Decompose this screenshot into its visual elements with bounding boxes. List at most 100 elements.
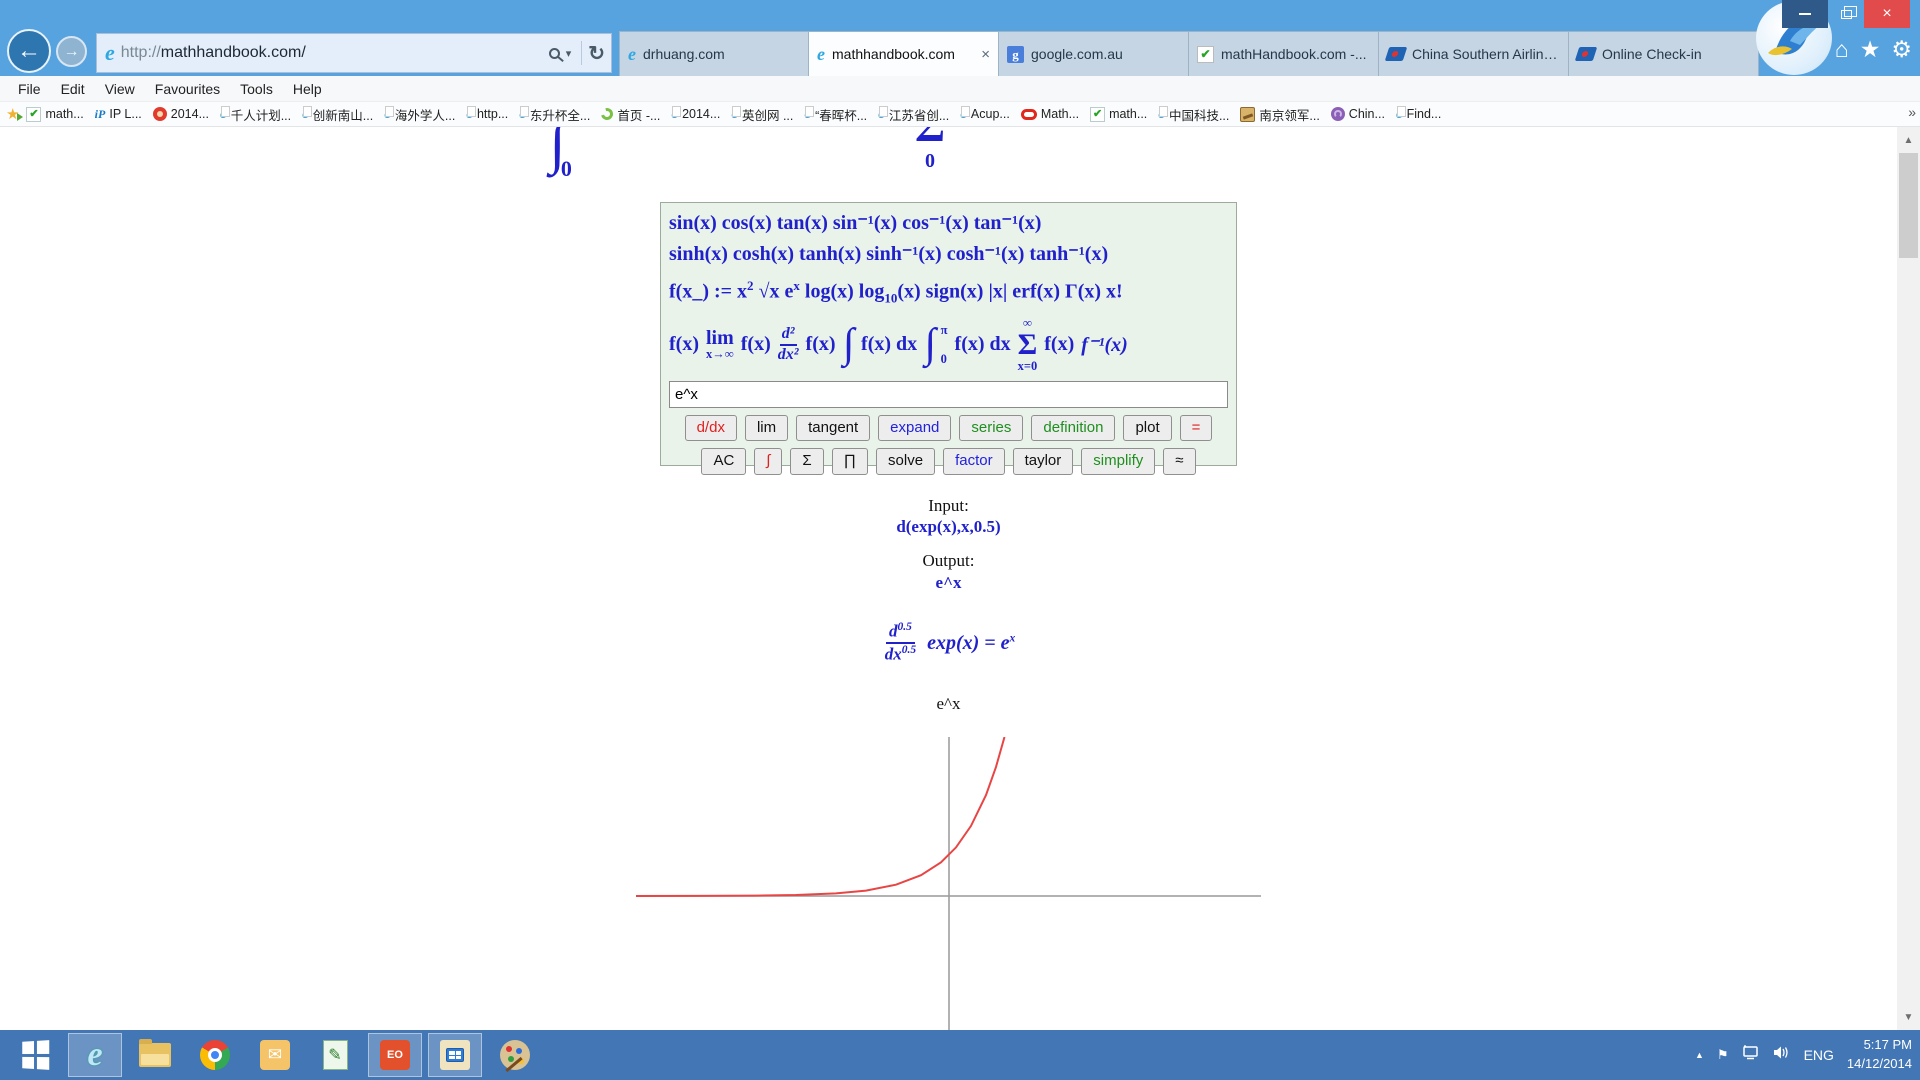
output-label: Output:: [0, 551, 1897, 571]
paint-icon: [500, 1040, 530, 1070]
taskbar-chrome-button[interactable]: [188, 1033, 242, 1077]
volume-icon[interactable]: [1773, 1045, 1791, 1065]
integrate-button[interactable]: ∫: [754, 448, 782, 475]
menu-help[interactable]: Help: [283, 81, 332, 97]
favorite-item[interactable]: e2014...: [667, 106, 724, 123]
favorites-overflow-icon[interactable]: »: [1908, 104, 1916, 120]
solve-button[interactable]: solve: [876, 448, 935, 475]
series-button[interactable]: series: [959, 415, 1023, 442]
scrollbar-thumb[interactable]: [1899, 153, 1918, 258]
tab-drhuang[interactable]: e drhuang.com: [619, 31, 809, 76]
purple-site-icon: [1331, 107, 1345, 121]
language-indicator[interactable]: ENG: [1804, 1047, 1834, 1063]
taskbar-office-button[interactable]: EO: [368, 1033, 422, 1077]
favorite-item[interactable]: 首页 -...: [597, 105, 664, 124]
favorite-item[interactable]: e英创网 ...: [727, 105, 797, 124]
close-tab-icon[interactable]: ×: [981, 46, 990, 63]
action-center-flag-icon[interactable]: ⚑: [1717, 1047, 1729, 1063]
tangent-button[interactable]: tangent: [796, 415, 870, 442]
menu-view[interactable]: View: [95, 81, 145, 97]
favorite-item[interactable]: eFind...: [1392, 106, 1445, 123]
calculus-operators-row[interactable]: f(x) limx→∞ f(x) d²dx² f(x) ∫ f(x) dx ∫ …: [669, 314, 1228, 376]
home-icon[interactable]: ⌂: [1835, 38, 1849, 61]
factor-button[interactable]: factor: [943, 448, 1005, 475]
favorite-item[interactable]: ✔math...: [1086, 107, 1151, 122]
fractional-derivative: d0.5 dx0.5: [882, 621, 919, 665]
system-tray: ▲ ⚑ ENG 5:17 PM 14/12/2014: [1695, 1030, 1912, 1080]
simplify-button[interactable]: simplify: [1081, 448, 1155, 475]
search-dropdown-icon[interactable]: ▾: [566, 47, 572, 60]
ie-page-icon: e: [220, 106, 227, 123]
favorite-item[interactable]: e“春晖杯...: [800, 105, 871, 124]
tab-mathhandbook[interactable]: e mathhandbook.com ×: [809, 31, 999, 76]
url-text[interactable]: http://mathhandbook.com/: [121, 44, 549, 62]
favorite-item[interactable]: e创新南山...: [298, 105, 377, 124]
approx-button[interactable]: ≈: [1163, 448, 1195, 475]
sum-button[interactable]: Σ: [790, 448, 823, 475]
taskbar-outlook-button[interactable]: ✉: [248, 1033, 302, 1077]
tab-mathhandbook-2[interactable]: ✔ mathHandbook.com -...: [1189, 31, 1379, 76]
clock[interactable]: 5:17 PM 14/12/2014: [1847, 1036, 1912, 1074]
taskbar-remote-desktop-button[interactable]: [428, 1033, 482, 1077]
favorite-item[interactable]: e江苏省创...: [874, 105, 953, 124]
elementary-functions-row[interactable]: f(x_) := x2 √x ex log(x) log10(x) sign(x…: [669, 270, 1228, 314]
scrollbar[interactable]: ▲ ▼: [1897, 127, 1920, 1030]
taskbar-explorer-button[interactable]: [128, 1033, 182, 1077]
tray-expand-icon[interactable]: ▲: [1695, 1050, 1704, 1060]
tab-google[interactable]: g google.com.au: [999, 31, 1189, 76]
scroll-down-button[interactable]: ▼: [1897, 1006, 1920, 1028]
product-button[interactable]: ∏: [832, 448, 868, 475]
favorite-item[interactable]: eAcup...: [956, 106, 1014, 123]
address-bar[interactable]: e http://mathhandbook.com/ ▾ ↻: [96, 33, 612, 73]
favorite-item[interactable]: 2014...: [149, 107, 213, 121]
tab-label: google.com.au: [1031, 46, 1180, 62]
close-button[interactable]: ×: [1864, 0, 1910, 28]
url-scheme: http://: [121, 44, 161, 61]
cutoff-integral-formula: ∫0: [549, 127, 576, 176]
menu-file[interactable]: File: [8, 81, 51, 97]
menu-favourites[interactable]: Favourites: [145, 81, 230, 97]
trig-functions-row[interactable]: sin(x) cos(x) tan(x) sin⁻¹(x) cos⁻¹(x) t…: [669, 208, 1228, 239]
tab-china-southern[interactable]: China Southern Airline...: [1379, 31, 1569, 76]
definition-button[interactable]: definition: [1031, 415, 1115, 442]
favorite-item[interactable]: iPIP L...: [91, 107, 146, 122]
ddx-button[interactable]: d/dx: [685, 415, 737, 442]
taylor-button[interactable]: taylor: [1013, 448, 1074, 475]
add-favorite-icon[interactable]: ★: [6, 105, 19, 123]
tray-time: 5:17 PM: [1847, 1036, 1912, 1055]
restore-button[interactable]: [1828, 0, 1864, 28]
minimize-button[interactable]: [1782, 0, 1828, 28]
ie-page-icon: e: [1158, 106, 1165, 123]
favorite-item[interactable]: Chin...: [1327, 107, 1389, 121]
favorite-item[interactable]: e中国科技...: [1154, 105, 1233, 124]
menu-edit[interactable]: Edit: [51, 81, 95, 97]
refresh-icon[interactable]: ↻: [588, 41, 605, 66]
search-icon[interactable]: [549, 48, 560, 59]
taskbar-editor-button[interactable]: ✎: [308, 1033, 362, 1077]
expression-input[interactable]: [669, 381, 1228, 408]
tab-online-checkin[interactable]: Online Check-in: [1569, 31, 1759, 76]
plot-button[interactable]: plot: [1123, 415, 1171, 442]
taskbar-ie-button[interactable]: e: [68, 1033, 122, 1077]
favorite-item[interactable]: ehttp...: [462, 106, 512, 123]
start-button[interactable]: [8, 1033, 62, 1077]
hyperbolic-functions-row[interactable]: sinh(x) cosh(x) tanh(x) sinh⁻¹(x) cosh⁻¹…: [669, 239, 1228, 270]
taskbar-paint-button[interactable]: [488, 1033, 542, 1077]
favorite-item[interactable]: Math...: [1017, 107, 1083, 121]
expand-button[interactable]: expand: [878, 415, 951, 442]
network-icon[interactable]: [1742, 1045, 1760, 1065]
lim-button[interactable]: lim: [745, 415, 788, 442]
menu-tools[interactable]: Tools: [230, 81, 283, 97]
ac-button[interactable]: AC: [701, 448, 746, 475]
gear-icon[interactable]: ⚙: [1891, 38, 1912, 61]
favorite-item[interactable]: e东升杯全...: [515, 105, 594, 124]
favorite-item[interactable]: ✔math...: [22, 107, 87, 122]
favorite-item[interactable]: e千人计划...: [216, 105, 295, 124]
favorite-item[interactable]: 南京领军...: [1236, 105, 1323, 124]
forward-button[interactable]: →: [56, 36, 87, 67]
favorite-item[interactable]: e海外学人...: [380, 105, 459, 124]
equals-button[interactable]: =: [1180, 415, 1213, 442]
favorites-star-icon[interactable]: ★: [1860, 38, 1881, 61]
scroll-up-button[interactable]: ▲: [1897, 129, 1920, 151]
back-button[interactable]: ←: [7, 29, 51, 73]
